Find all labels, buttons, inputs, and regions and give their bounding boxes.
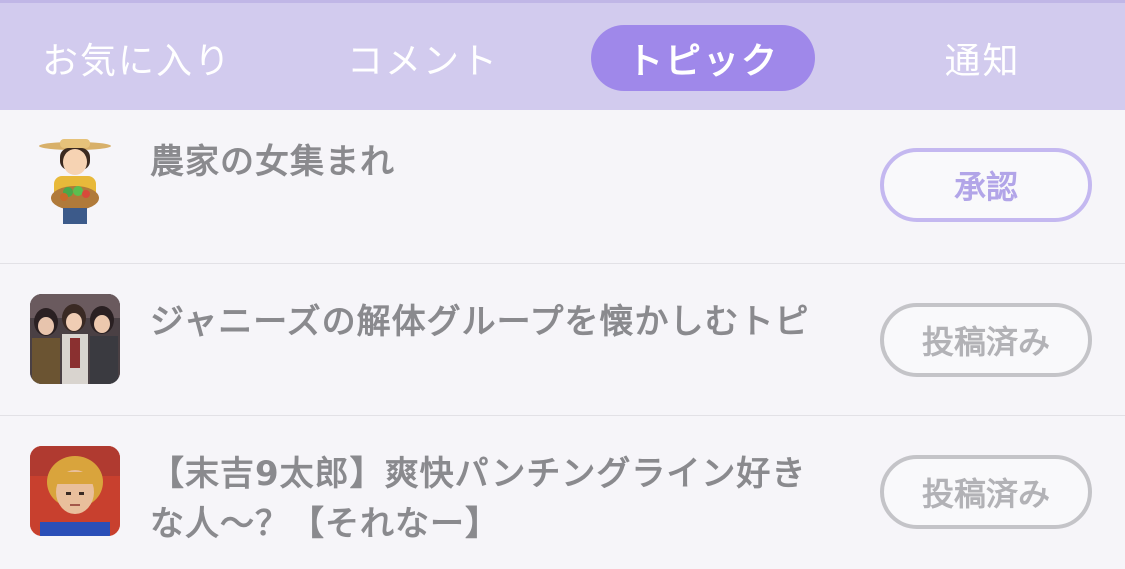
list-item[interactable]: 農家の女集まれ 承認 — [0, 110, 1125, 264]
person-photo-thumbnail — [30, 446, 120, 536]
posted-button[interactable]: 投稿済み — [880, 455, 1092, 529]
tab-notifications[interactable]: 通知 — [905, 25, 1060, 91]
list-item[interactable]: ジャニーズの解体グループを懐かしむトピ 投稿済み — [0, 264, 1125, 416]
tab-bar: お気に入り コメント トピック 通知 — [0, 0, 1125, 110]
farmer-illustration-thumbnail — [30, 136, 120, 226]
tab-favorites[interactable]: お気に入り — [22, 25, 252, 91]
tab-comments[interactable]: コメント — [318, 25, 528, 91]
posted-button[interactable]: 投稿済み — [880, 303, 1092, 377]
list-item[interactable]: 【末吉9太郎】爽快パンチングライン好きな人〜？【それなー】 投稿済み — [0, 416, 1125, 569]
topic-title: 【末吉9太郎】爽快パンチングライン好きな人〜？【それなー】 — [150, 454, 807, 544]
topic-title: ジャニーズの解体グループを懐かしむトピ — [150, 302, 810, 342]
approve-button[interactable]: 承認 — [880, 148, 1092, 222]
tab-topics[interactable]: トピック — [591, 25, 815, 91]
group-photo-thumbnail — [30, 294, 120, 384]
topic-title: 農家の女集まれ — [150, 142, 395, 182]
